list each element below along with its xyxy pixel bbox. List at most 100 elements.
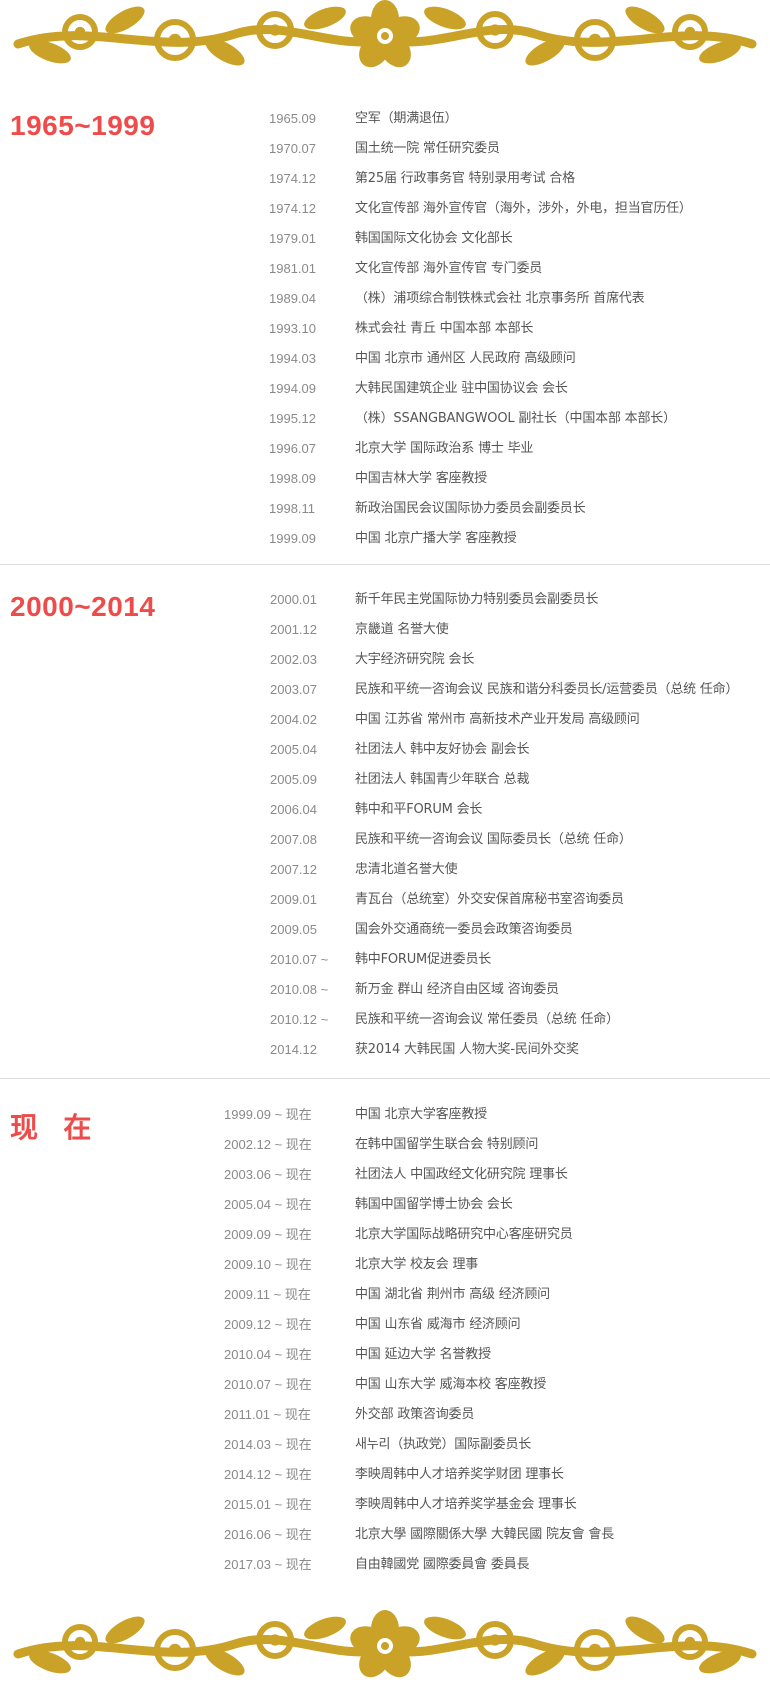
entry-date: 1998.11	[269, 501, 316, 516]
entry-description: 中国 北京市 通州区 人民政府 高级顾问	[355, 351, 576, 366]
entry-date: 2010.07 ~	[270, 952, 329, 967]
timeline-entry: 2003.06 ~ 现在 社团法人 中国政经文化研究院 理事长	[0, 1166, 770, 1196]
career-section-1965-1999: 1965~1999 1965.09 空军（期满退伍） 1970.07 国土统一院 常任…	[0, 110, 770, 555]
entry-description: 国土统一院 常任研究委员	[355, 141, 500, 156]
timeline-entry: 1994.03 中国 北京市 通州区 人民政府 高级顾问	[0, 350, 770, 380]
entry-date: 2003.06 ~ 现在	[224, 1167, 312, 1182]
entry-date: 2017.03 ~ 现在	[224, 1557, 312, 1572]
timeline-entry: 2005.09 社团法人 韩国青少年联合 总裁	[0, 771, 770, 801]
timeline-entry: 2015.01 ~ 现在 李映周韩中人才培养奖学基金会 理事长	[0, 1496, 770, 1526]
timeline-entry: 1974.12 第25届 行政事务官 特别录用考试 合格	[0, 170, 770, 200]
entry-date: 2005.04	[270, 742, 317, 757]
timeline-list: 1965.09 空军（期满退伍） 1970.07 国土统一院 常任研究委员 1974.1…	[0, 110, 770, 560]
entry-description: 文化宣传部 海外宣传官 专门委员	[355, 261, 543, 276]
entry-date: 1995.12	[269, 411, 316, 426]
entry-description: 北京大学 国际政治系 博士 毕业	[355, 441, 534, 456]
entry-date: 2007.08	[270, 832, 317, 847]
timeline-entry: 1981.01 文化宣传部 海外宣传官 专门委员	[0, 260, 770, 290]
entry-description: 在韩中国留学生联合会 特别顾问	[355, 1137, 539, 1152]
entry-description: 社团法人 韩中友好协会 副会长	[355, 742, 530, 757]
timeline-entry: 1999.09 中国 北京广播大学 客座教授	[0, 530, 770, 560]
timeline-entry: 2005.04 ~ 现在 韩国中国留学博士协会 会长	[0, 1196, 770, 1226]
timeline-entry: 1996.07 北京大学 国际政治系 博士 毕业	[0, 440, 770, 470]
timeline-entry: 2009.01 青瓦台（总统室）外交安保首席秘书室咨询委员	[0, 891, 770, 921]
timeline-entry: 2009.12 ~ 现在 中国 山东省 威海市 经济顾问	[0, 1316, 770, 1346]
entry-description: 中国 湖北省 荆州市 高级 经济顾问	[355, 1287, 550, 1302]
entry-date: 2002.03	[270, 652, 317, 667]
timeline-entry: 2010.08 ~ 新万金 群山 经济自由区域 咨询委员	[0, 981, 770, 1011]
entry-date: 2003.07	[270, 682, 317, 697]
timeline-entry: 2007.12 忠清北道名誉大使	[0, 861, 770, 891]
timeline-entry: 2009.05 国会外交通商统一委员会政策咨询委员	[0, 921, 770, 951]
entry-description: 中国 江苏省 常州市 高新技术产业开发局 高级顾问	[355, 712, 640, 727]
timeline-entry: 2002.12 ~ 现在 在韩中国留学生联合会 特别顾问	[0, 1136, 770, 1166]
entry-date: 1979.01	[269, 231, 316, 246]
entry-date: 2011.01 ~ 现在	[224, 1407, 311, 1422]
entry-description: 社团法人 韩国青少年联合 总裁	[355, 772, 530, 787]
entry-description: 中国 延边大学 名誉教授	[355, 1347, 491, 1362]
timeline-entry: 2002.03 大宇经济研究院 会长	[0, 651, 770, 681]
floral-ornament-top-icon	[13, 0, 757, 68]
timeline-entry: 1993.10 株式会社 青丘 中国本部 本部长	[0, 320, 770, 350]
entry-description: 中国 山东省 威海市 经济顾问	[355, 1317, 521, 1332]
entry-date: 2010.07 ~ 现在	[224, 1377, 312, 1392]
entry-description: 民族和平统一咨询会议 国际委员长（总统 任命）	[355, 832, 632, 847]
entry-description: 第25届 行政事务官 特别录用考试 合格	[355, 171, 575, 186]
entry-description: 韩国国际文化协会 文化部长	[355, 231, 513, 246]
entry-date: 2009.11 ~ 现在	[224, 1287, 311, 1302]
entry-description: 获2014 大韩民国 人物大奖-民间外交奖	[355, 1042, 579, 1057]
entry-date: 1994.09	[269, 381, 316, 396]
entry-description: （株）浦项综合制铁株式会社 北京事务所 首席代表	[355, 291, 645, 306]
timeline-entry: 1965.09 空军（期满退伍）	[0, 110, 770, 140]
entry-description: 韩国中国留学博士协会 会长	[355, 1197, 513, 1212]
section-divider	[0, 564, 770, 565]
entry-date: 2005.04 ~ 现在	[224, 1197, 312, 1212]
entry-description: 北京大学国际战略研究中心客座研究员	[355, 1227, 573, 1242]
timeline-entry: 2016.06 ~ 现在 北京大學 國際關係大學 大韓民國 院友會 會長	[0, 1526, 770, 1556]
timeline-entry: 2009.09 ~ 现在 北京大学国际战略研究中心客座研究员	[0, 1226, 770, 1256]
entry-date: 1989.04	[269, 291, 316, 306]
career-section-present: 现 在 1999.09 ~ 现在 中国 北京大学客座教授 2002.12 ~ 现在在…	[0, 1106, 770, 1591]
section-divider	[0, 1078, 770, 1079]
floral-ornament-bottom-icon	[13, 1610, 757, 1678]
timeline-entry: 2001.12 京畿道 名誉大使	[0, 621, 770, 651]
timeline-entry: 2004.02 中国 江苏省 常州市 高新技术产业开发局 高级顾问	[0, 711, 770, 741]
timeline-list: 1999.09 ~ 现在 中国 北京大学客座教授 2002.12 ~ 现在 在韩中国留…	[0, 1106, 770, 1586]
entry-description: 中国吉林大学 客座教授	[355, 471, 487, 486]
timeline-entry: 2003.07 民族和平统一咨询会议 民族和谐分科委员长/运营委员（总统 任命）	[0, 681, 770, 711]
entry-description: 文化宣传部 海外宣传官（海外，涉外，外电，担当官历任）	[355, 201, 692, 216]
entry-description: 大韩民国建筑企业 驻中国协议会 会长	[355, 381, 568, 396]
timeline-entry: 2014.03 ~ 现在 새누리（执政党）国际副委员长	[0, 1436, 770, 1466]
entry-description: 青瓦台（总统室）外交安保首席秘书室咨询委员	[355, 892, 624, 907]
entry-date: 1999.09 ~ 现在	[224, 1107, 312, 1122]
entry-description: 民族和平统一咨询会议 常任委员（总统 任命）	[355, 1012, 619, 1027]
entry-description: 北京大学 校友会 理事	[355, 1257, 479, 1272]
timeline-entry: 1999.09 ~ 现在 中国 北京大学客座教授	[0, 1106, 770, 1136]
entry-date: 2010.12 ~	[270, 1012, 329, 1027]
timeline-entry: 1989.04 （株）浦项综合制铁株式会社 北京事务所 首席代表	[0, 290, 770, 320]
entry-date: 1998.09	[269, 471, 316, 486]
entry-description: 北京大學 國際關係大學 大韓民國 院友會 會長	[355, 1527, 614, 1542]
entry-description: 株式会社 青丘 中国本部 本部长	[355, 321, 534, 336]
entry-description: 京畿道 名誉大使	[355, 622, 449, 637]
timeline-entry: 2005.04 社团法人 韩中友好协会 副会长	[0, 741, 770, 771]
entry-date: 2014.03 ~ 现在	[224, 1437, 312, 1452]
timeline-entry: 2010.04 ~ 现在 中国 延边大学 名誉教授	[0, 1346, 770, 1376]
entry-description: 中国 北京广播大学 客座教授	[355, 531, 517, 546]
entry-description: （株）SSANGBANGWOOL 副社长（中国本部 本部长）	[355, 411, 676, 426]
entry-description: 새누리（执政党）国际副委员长	[355, 1437, 532, 1452]
timeline-entry: 2009.10 ~ 现在 北京大学 校友会 理事	[0, 1256, 770, 1286]
timeline-entry: 2006.04 韩中和平FORUM 会长	[0, 801, 770, 831]
timeline-entry: 2010.07 ~ 现在 中国 山东大学 威海本校 客座教授	[0, 1376, 770, 1406]
timeline-entry: 2007.08 民族和平统一咨询会议 国际委员长（总统 任命）	[0, 831, 770, 861]
timeline-entry: 2010.07 ~ 韩中FORUM促进委员长	[0, 951, 770, 981]
entry-date: 2009.05	[270, 922, 317, 937]
career-section-2000-2014: 2000~2014 2000.01 新千年民主党国际协力特别委员会副委员长 2001…	[0, 591, 770, 1066]
entry-date: 2010.04 ~ 现在	[224, 1347, 312, 1362]
timeline-entry: 1998.11 新政治国民会议国际协力委员会副委员长	[0, 500, 770, 530]
entry-date: 2004.02	[270, 712, 317, 727]
entry-date: 1974.12	[269, 171, 316, 186]
timeline-list: 2000.01 新千年民主党国际协力特别委员会副委员长 2001.12 京畿道 名誉大…	[0, 591, 770, 1071]
entry-description: 中国 北京大学客座教授	[355, 1107, 487, 1122]
entry-description: 国会外交通商统一委员会政策咨询委员	[355, 922, 573, 937]
